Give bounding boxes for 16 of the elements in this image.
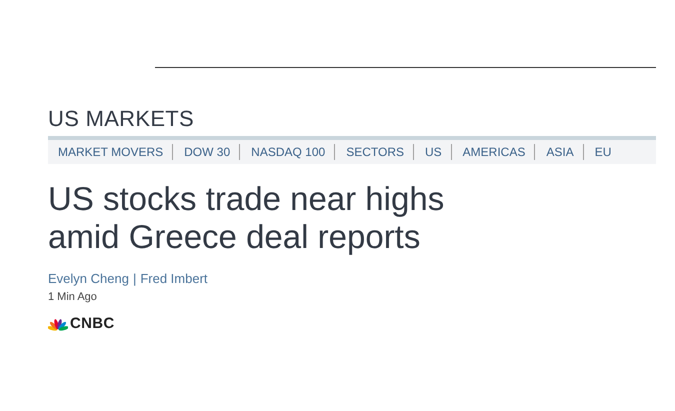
nav-link[interactable]: NASDAQ 100 [251,145,334,159]
nav-link[interactable]: US [425,145,451,159]
peacock-icon [48,316,68,330]
nav-link[interactable]: EU [594,145,620,159]
nav-link[interactable]: AMERICAS [462,145,534,159]
author-link[interactable]: Fred Imbert [140,271,208,286]
nav-link[interactable]: SECTORS [346,145,413,159]
author-link[interactable]: Evelyn Cheng [48,271,129,286]
headline: US stocks trade near highs amid Greece deal reports [48,180,446,256]
timestamp: 1 Min Ago [48,291,98,303]
nav-link[interactable]: DOW 30 [184,145,240,159]
source-logo: CNBC [70,315,115,332]
byline-separator: | [132,271,136,286]
nav-link[interactable]: ASIA [546,145,583,159]
section-title: US MARKETS [48,106,196,132]
nav-link[interactable]: MARKET MOVERS [58,145,172,159]
